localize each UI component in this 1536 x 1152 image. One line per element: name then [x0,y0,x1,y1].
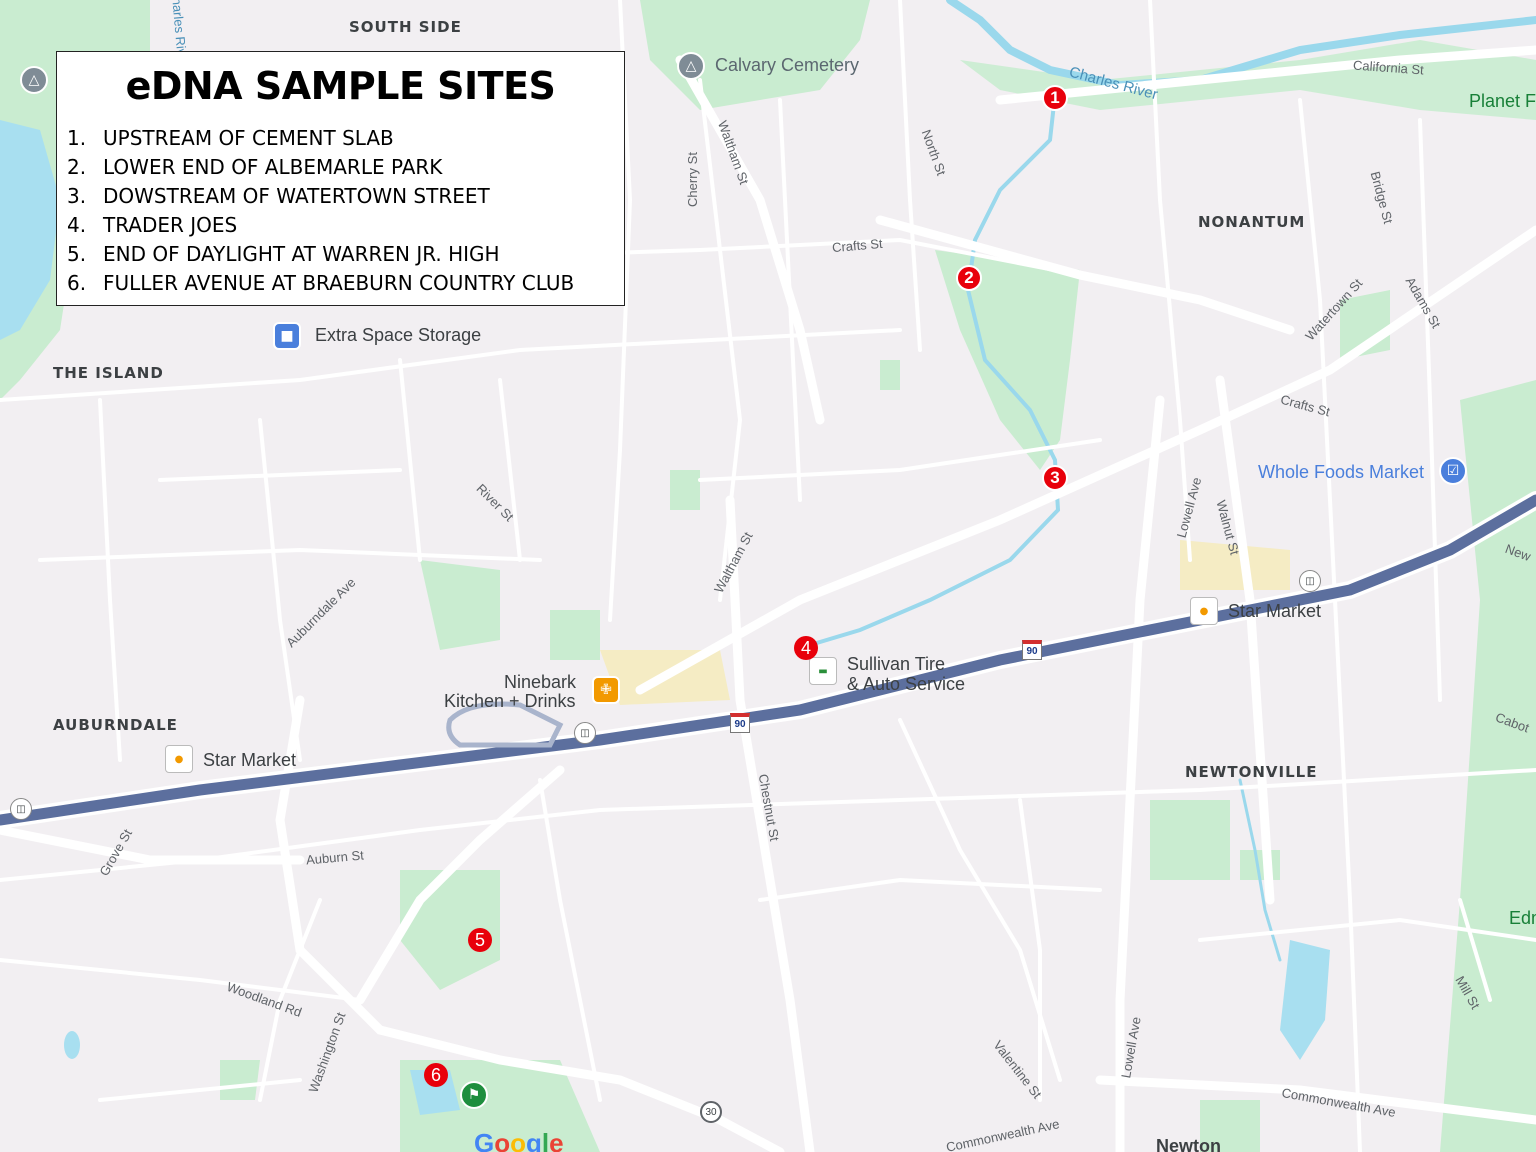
poi-calvary-cemetery[interactable]: Calvary Cemetery [715,55,859,76]
area-label-newton: Newton [1156,1136,1221,1152]
sample-marker-6[interactable]: 6 [424,1063,448,1087]
golf-course-icon[interactable]: ⚑ [460,1081,488,1109]
legend-box: eDNA SAMPLE SITES 1. UPSTREAM OF CEMENT S… [56,51,625,306]
legend-item: 4. TRADER JOES [67,211,624,240]
poi-sullivan-tire-line1[interactable]: Sullivan Tire [847,654,945,675]
poi-ninebark-line1[interactable]: Ninebark [504,672,576,693]
route-30-shield: 30 [700,1101,722,1123]
legend-item-text: LOWER END OF ALBEMARLE PARK [103,155,443,179]
poi-star-market-east[interactable]: Star Market [1228,601,1321,622]
restaurant-icon[interactable]: ✙ [592,676,620,704]
legend-item-text: TRADER JOES [103,213,238,237]
legend-item-number: 5. [67,242,87,266]
interstate-90-shield-east: 90 [1022,640,1042,660]
legend-item: 6. FULLER AVENUE AT BRAEBURN COUNTRY CLUB [67,269,624,298]
grocery-store-icon-west[interactable]: ● [165,745,193,773]
sample-marker-4[interactable]: 4 [794,636,818,660]
area-label-the-island: THE ISLAND [53,364,164,382]
area-label-auburndale: AUBURNDALE [53,716,178,734]
legend-item-number: 1. [67,126,87,150]
interstate-90-shield-west: 90 [730,713,750,733]
legend-item: 3. DOWSTREAM OF WATERTOWN STREET [67,182,624,211]
cemetery-icon[interactable]: △ [677,52,705,80]
sample-marker-1[interactable]: 1 [1042,85,1068,111]
sample-marker-5[interactable]: 5 [468,928,492,952]
poi-planet-fitness[interactable]: Planet F [1469,91,1536,112]
street-label-cherry: Cherry St [684,152,700,207]
transit-icon-newtonville[interactable]: ◫ [1299,570,1321,592]
area-label-south-side: SOUTH SIDE [349,18,462,36]
legend-title: eDNA SAMPLE SITES [125,64,556,108]
sample-marker-2[interactable]: 2 [956,265,982,291]
storage-lock-icon[interactable]: ■ [273,322,301,350]
google-logo: Google [474,1128,564,1152]
legend-item: 5. END OF DAYLIGHT AT WARREN JR. HIGH [67,240,624,269]
legend-item-text: DOWSTREAM OF WATERTOWN STREET [103,184,490,208]
area-label-newtonville: NEWTONVILLE [1185,763,1318,781]
legend-item-number: 6. [67,271,87,295]
legend-item-number: 4. [67,213,87,237]
map-view[interactable]: SOUTH SIDE NONANTUM THE ISLAND AUBURNDAL… [0,0,1536,1152]
cemetery-icon-west[interactable]: △ [20,66,48,94]
legend-list: 1. UPSTREAM OF CEMENT SLAB 2. LOWER END OF… [57,124,624,298]
sample-marker-3[interactable]: 3 [1042,465,1068,491]
transit-icon-auburndale[interactable]: ◫ [10,798,32,820]
poi-star-market-west[interactable]: Star Market [203,750,296,771]
grocery-store-icon-east[interactable]: ● [1190,597,1218,625]
legend-item-number: 2. [67,155,87,179]
legend-item-text: END OF DAYLIGHT AT WARREN JR. HIGH [103,242,500,266]
poi-edman[interactable]: Edman [1509,908,1536,929]
legend-item: 1. UPSTREAM OF CEMENT SLAB [67,124,624,153]
tire-shop-icon[interactable]: ▬ [809,657,837,685]
legend-item-text: FULLER AVENUE AT BRAEBURN COUNTRY CLUB [103,271,575,295]
poi-ninebark-line2[interactable]: Kitchen + Drinks [444,691,576,712]
poi-sullivan-tire-line2[interactable]: & Auto Service [847,674,965,695]
poi-whole-foods[interactable]: Whole Foods Market [1258,462,1424,483]
area-label-nonantum: NONANTUM [1198,213,1306,231]
legend-item-text: UPSTREAM OF CEMENT SLAB [103,126,394,150]
legend-item-number: 3. [67,184,87,208]
shopping-cart-icon[interactable]: ☑ [1439,457,1467,485]
legend-item: 2. LOWER END OF ALBEMARLE PARK [67,153,624,182]
poi-extra-space-storage[interactable]: Extra Space Storage [315,325,481,346]
transit-icon-west-newton[interactable]: ◫ [574,722,596,744]
